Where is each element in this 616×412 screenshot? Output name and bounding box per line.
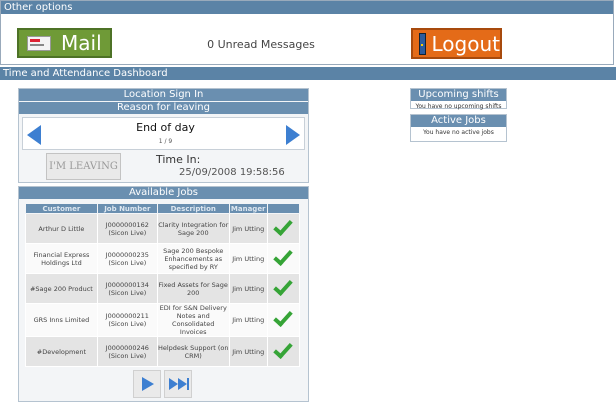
cell-job-number: J0000000211 (Sicon Live): [96, 303, 158, 337]
select-job-button[interactable]: [266, 336, 301, 367]
mail-button[interactable]: Mail: [17, 28, 112, 58]
other-options-title: Other options: [1, 1, 613, 14]
jobs-table: Customer Job Number Description Manager …: [25, 203, 301, 367]
arrow-right-icon[interactable]: [286, 125, 300, 145]
upcoming-shifts-message: You have no upcoming shifts: [415, 103, 502, 110]
door-icon: [419, 32, 426, 55]
active-jobs-title: Active Jobs: [411, 115, 506, 127]
active-jobs-message: You have no active jobs: [423, 129, 494, 136]
cell-customer: Financial Express Holdings Ltd: [25, 243, 98, 274]
logout-button[interactable]: Logout: [411, 28, 502, 59]
envelope-icon: [27, 35, 51, 51]
available-jobs-panel: Available Jobs Customer Job Number Descr…: [18, 186, 309, 402]
cell-job-number: J0000000235 (Sicon Live): [96, 243, 158, 274]
column-customer: Customer: [25, 203, 98, 214]
cell-job-number: J0000000246 (Sicon Live): [96, 336, 158, 367]
table-row: #Sage 200 Product J0000000134 (Sicon Liv…: [25, 273, 301, 304]
cell-description: EDI for S&N Delivery Notes and Consolida…: [156, 303, 230, 337]
cell-description: Sage 200 Bespoke Enhancements as specifi…: [156, 243, 230, 274]
cell-job-number: J0000000162 (Sicon Live): [96, 213, 158, 244]
cell-description: Helpdesk Support (on CRM): [156, 336, 230, 367]
table-row: GRS Inns Limited J0000000211 (Sicon Live…: [25, 303, 301, 337]
reason-count: 1 / 9: [158, 138, 173, 145]
cell-description: Fixed Assets for Sage 200: [156, 273, 230, 304]
checkmark-icon: [273, 338, 294, 359]
checkmark-icon: [273, 215, 294, 236]
cell-manager: Jim Utting: [228, 336, 268, 367]
cell-customer: Arthur D Little: [25, 213, 98, 244]
cell-manager: Jim Utting: [228, 273, 268, 304]
reason-selector: End of day 1 / 9: [22, 117, 305, 150]
upcoming-shifts-title: Upcoming shifts: [411, 89, 506, 101]
logout-label: Logout: [431, 31, 500, 56]
table-row: Arthur D Little J0000000162 (Sicon Live)…: [25, 213, 301, 244]
checkmark-icon: [273, 245, 294, 266]
cell-description: Clarity Integration for Sage 200: [156, 213, 230, 244]
cell-manager: Jim Utting: [228, 243, 268, 274]
other-options-panel: Other options Mail 0 Unread Messages Log…: [0, 0, 614, 65]
cell-customer: #Sage 200 Product: [25, 273, 98, 304]
cell-manager: Jim Utting: [228, 213, 268, 244]
select-job-button[interactable]: [266, 303, 301, 337]
select-job-button[interactable]: [266, 243, 301, 274]
arrow-left-icon[interactable]: [27, 125, 41, 145]
select-job-button[interactable]: [266, 273, 301, 304]
column-manager: Manager: [228, 203, 268, 214]
column-job-number: Job Number: [96, 203, 158, 214]
last-page-icon: [187, 378, 189, 390]
sign-in-title: Location Sign In: [19, 89, 308, 101]
column-description: Description: [156, 203, 230, 214]
checkmark-icon: [273, 275, 294, 296]
unread-messages-text: 0 Unread Messages: [207, 38, 315, 51]
cell-job-number: J0000000134 (Sicon Live): [96, 273, 158, 304]
im-leaving-button[interactable]: I'M LEAVING: [46, 153, 121, 180]
location-sign-in-panel: Location Sign In Reason for leaving End …: [18, 88, 309, 183]
checkmark-icon: [273, 306, 294, 328]
select-job-button[interactable]: [266, 213, 301, 244]
mail-label: Mail: [61, 31, 102, 55]
cell-customer: #Development: [25, 336, 98, 367]
time-in-label: Time In:: [156, 153, 201, 166]
table-row: #Development J0000000246 (Sicon Live) He…: [25, 336, 301, 367]
cell-customer: GRS Inns Limited: [25, 303, 98, 337]
upcoming-shifts-panel: Upcoming shifts You have no upcoming shi…: [410, 88, 507, 110]
available-jobs-title: Available Jobs: [19, 187, 308, 199]
table-row: Financial Express Holdings Ltd J00000002…: [25, 243, 301, 274]
pagination: [133, 370, 192, 398]
active-jobs-panel: Active Jobs You have no active jobs: [410, 114, 507, 142]
next-page-button[interactable]: [133, 370, 161, 398]
cell-manager: Jim Utting: [228, 303, 268, 337]
jobs-header-row: Customer Job Number Description Manager: [25, 203, 301, 214]
reason-title: Reason for leaving: [19, 102, 308, 114]
dashboard-title: Time and Attendance Dashboard: [0, 67, 616, 80]
time-in-value: 25/09/2008 19:58:56: [179, 167, 285, 178]
reason-value: End of day: [136, 121, 195, 134]
column-select: [266, 203, 301, 214]
last-page-button[interactable]: [164, 370, 192, 398]
